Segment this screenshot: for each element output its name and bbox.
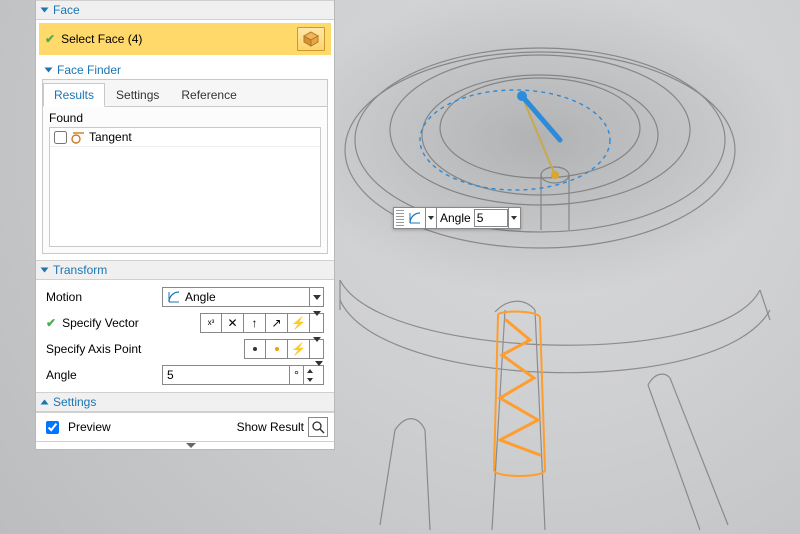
check-icon: ✔ xyxy=(46,316,56,330)
point-light-icon xyxy=(275,347,279,351)
lightning-icon: ⚡ xyxy=(291,317,306,329)
vector-expression-button[interactable]: x³ xyxy=(200,313,222,333)
lightning-icon: ⚡ xyxy=(291,343,306,355)
vector-reverse-button[interactable]: ✕ xyxy=(222,313,244,333)
angle-icon xyxy=(167,290,181,304)
expand-icon xyxy=(45,68,53,73)
specify-axis-label: Specify Axis Point xyxy=(46,342,156,356)
onscreen-angle-value[interactable] xyxy=(474,209,508,227)
section-face-finder-title: Face Finder xyxy=(57,63,121,77)
vector-axis-xy-button[interactable]: ↗ xyxy=(266,313,288,333)
check-icon: ✔ xyxy=(45,32,55,46)
point-dark-icon xyxy=(253,347,257,351)
tangent-icon xyxy=(71,130,85,144)
axis-button-row: ⚡ xyxy=(244,339,324,359)
angle-value-field[interactable] xyxy=(163,366,289,384)
move-face-dialog: Face ✔ Select Face (4) Face Finder Resul… xyxy=(35,0,335,450)
expr-icon: x³ xyxy=(208,319,215,327)
collapse-icon xyxy=(41,400,49,405)
resize-handle[interactable] xyxy=(36,441,334,449)
selection-filter-button[interactable] xyxy=(297,27,325,51)
rotate-handle-endpoint[interactable] xyxy=(517,91,527,101)
angle-input[interactable]: ° xyxy=(162,365,324,385)
selected-face-highlight xyxy=(494,312,545,476)
transform-body: Motion Angle ✔ Specify Vector x³ ✕ ↑ ↗ ⚡ xyxy=(36,280,334,392)
face-finder-panel: Results Settings Reference Found Tangent xyxy=(42,79,328,254)
select-face-label: Select Face (4) xyxy=(61,32,142,46)
tab-settings[interactable]: Settings xyxy=(105,83,170,106)
cube-icon xyxy=(302,31,320,47)
show-result-button[interactable] xyxy=(308,417,328,437)
axis-dropdown[interactable] xyxy=(310,339,324,359)
specify-vector-row: ✔ Specify Vector x³ ✕ ↑ ↗ ⚡ xyxy=(42,310,328,336)
onscreen-angle-input[interactable]: Angle xyxy=(393,207,521,229)
onscreen-angle-label: Angle xyxy=(437,211,474,225)
preview-checkbox[interactable] xyxy=(46,421,59,434)
section-settings-title: Settings xyxy=(53,395,96,409)
expand-icon xyxy=(41,268,49,273)
rotate-pivot-point[interactable] xyxy=(551,171,559,179)
angle-label: Angle xyxy=(46,368,156,382)
motion-row: Motion Angle xyxy=(42,284,328,310)
section-settings-header[interactable]: Settings xyxy=(36,392,334,412)
swap-icon: ✕ xyxy=(227,317,237,329)
axis-point-button[interactable] xyxy=(244,339,266,359)
magnifier-icon xyxy=(311,420,325,434)
face-finder-tabs: Results Settings Reference xyxy=(43,80,327,107)
motion-value: Angle xyxy=(185,290,216,304)
section-face-finder-header[interactable]: Face Finder xyxy=(40,61,330,79)
select-face-row[interactable]: ✔ Select Face (4) xyxy=(39,23,331,55)
found-item-tangent[interactable]: Tangent xyxy=(50,128,320,147)
axis-up-icon: ↑ xyxy=(252,317,258,329)
section-transform-title: Transform xyxy=(53,263,107,277)
specify-vector-label: Specify Vector xyxy=(62,316,158,330)
found-label: Found xyxy=(43,107,327,127)
found-item-label: Tangent xyxy=(89,130,132,144)
section-transform-header[interactable]: Transform xyxy=(36,260,334,280)
section-face-title: Face xyxy=(53,3,80,17)
onscreen-angle-dropdown[interactable] xyxy=(508,208,520,228)
dialog-footer: Preview Show Result xyxy=(36,412,334,441)
vector-button-row: x³ ✕ ↑ ↗ ⚡ xyxy=(200,313,324,333)
tab-reference[interactable]: Reference xyxy=(170,83,247,106)
motion-combo[interactable]: Angle xyxy=(162,287,324,307)
tab-results[interactable]: Results xyxy=(43,83,105,107)
preview-label: Preview xyxy=(68,420,111,434)
axis-infer-button[interactable]: ⚡ xyxy=(288,339,310,359)
angle-icon xyxy=(407,211,423,225)
angle-unit: ° xyxy=(289,366,303,384)
axis-diag-icon: ↗ xyxy=(271,317,281,329)
found-item-checkbox[interactable] xyxy=(54,131,67,144)
axis-point-alt-button[interactable] xyxy=(266,339,288,359)
show-result-group: Show Result xyxy=(237,417,328,437)
found-list[interactable]: Tangent xyxy=(49,127,321,247)
show-result-label: Show Result xyxy=(237,420,304,434)
drag-grip-icon[interactable] xyxy=(396,210,404,226)
angle-row: Angle ° xyxy=(42,362,328,388)
angle-dropdown[interactable] xyxy=(315,366,323,384)
motion-dropdown-small[interactable] xyxy=(425,208,437,228)
vector-axis-z-button[interactable]: ↑ xyxy=(244,313,266,333)
rotate-manipulator-ring[interactable] xyxy=(420,90,610,190)
vector-dropdown[interactable] xyxy=(310,313,324,333)
vector-infer-button[interactable]: ⚡ xyxy=(288,313,310,333)
angle-spinner[interactable] xyxy=(303,366,315,384)
specify-axis-row: Specify Axis Point ⚡ xyxy=(42,336,328,362)
expand-icon xyxy=(41,8,49,13)
chevron-down-icon[interactable] xyxy=(309,288,323,306)
motion-label: Motion xyxy=(46,290,156,304)
section-face-header[interactable]: Face xyxy=(36,0,334,20)
